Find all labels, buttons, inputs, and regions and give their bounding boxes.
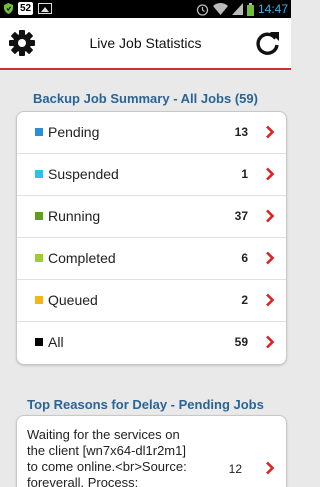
status-color-swatch <box>35 212 43 220</box>
list-item-pending[interactable]: Pending 13 <box>17 112 286 153</box>
chevron-right-icon <box>266 167 275 181</box>
chevron-right-icon <box>266 125 275 139</box>
status-color-swatch <box>35 170 43 178</box>
delay-reason-text: Waiting for the services on the client [… <box>27 427 187 487</box>
battery-icon <box>246 2 254 16</box>
chevron-right-icon <box>266 209 275 223</box>
page-title: Live Job Statistics <box>89 35 202 51</box>
signal-icon <box>231 3 243 15</box>
status-color-swatch <box>35 254 43 262</box>
delay-reasons-card: Waiting for the services on the client [… <box>16 415 287 487</box>
status-bar: 52 14:47 <box>0 0 291 18</box>
item-label: Completed <box>48 250 116 266</box>
chevron-right-icon <box>266 335 275 349</box>
item-label: Suspended <box>48 166 119 182</box>
delay-reasons-title: Top Reasons for Delay - Pending Jobs <box>27 397 264 412</box>
alarm-icon <box>196 3 209 16</box>
shield-icon <box>4 3 13 14</box>
backup-summary-title: Backup Job Summary - All Jobs (59) <box>33 91 258 106</box>
item-count: 1 <box>241 167 248 181</box>
list-item-all[interactable]: All 59 <box>17 322 286 363</box>
refresh-icon[interactable] <box>255 29 281 57</box>
item-label: Queued <box>48 292 98 308</box>
wifi-icon <box>212 3 228 15</box>
item-label: Running <box>48 208 101 224</box>
list-item-running[interactable]: Running 37 <box>17 196 286 237</box>
item-label: Pending <box>48 124 100 140</box>
app-header: Live Job Statistics <box>0 18 291 70</box>
item-count: 59 <box>234 335 248 349</box>
chevron-right-icon <box>266 293 275 307</box>
chevron-right-icon <box>266 251 275 265</box>
list-item-queued[interactable]: Queued 2 <box>17 280 286 321</box>
item-count: 37 <box>234 209 248 223</box>
backup-summary-card: Pending 13 Suspended 1 Running 37 Comple… <box>16 111 287 365</box>
list-item-suspended[interactable]: Suspended 1 <box>17 154 286 195</box>
item-count: 2 <box>241 293 248 307</box>
notification-badge: 52 <box>18 2 34 15</box>
delay-reason-count: 12 <box>228 462 242 476</box>
item-label: All <box>48 334 64 350</box>
status-color-swatch <box>35 128 43 136</box>
clock: 14:47 <box>257 2 288 16</box>
chevron-right-icon <box>266 461 275 475</box>
delay-reason-item[interactable]: Waiting for the services on the client [… <box>17 416 286 487</box>
status-color-swatch <box>35 338 43 346</box>
status-color-swatch <box>35 296 43 304</box>
item-count: 13 <box>234 125 248 139</box>
image-icon <box>38 3 53 14</box>
item-count: 6 <box>241 251 248 265</box>
list-item-completed[interactable]: Completed 6 <box>17 238 286 279</box>
